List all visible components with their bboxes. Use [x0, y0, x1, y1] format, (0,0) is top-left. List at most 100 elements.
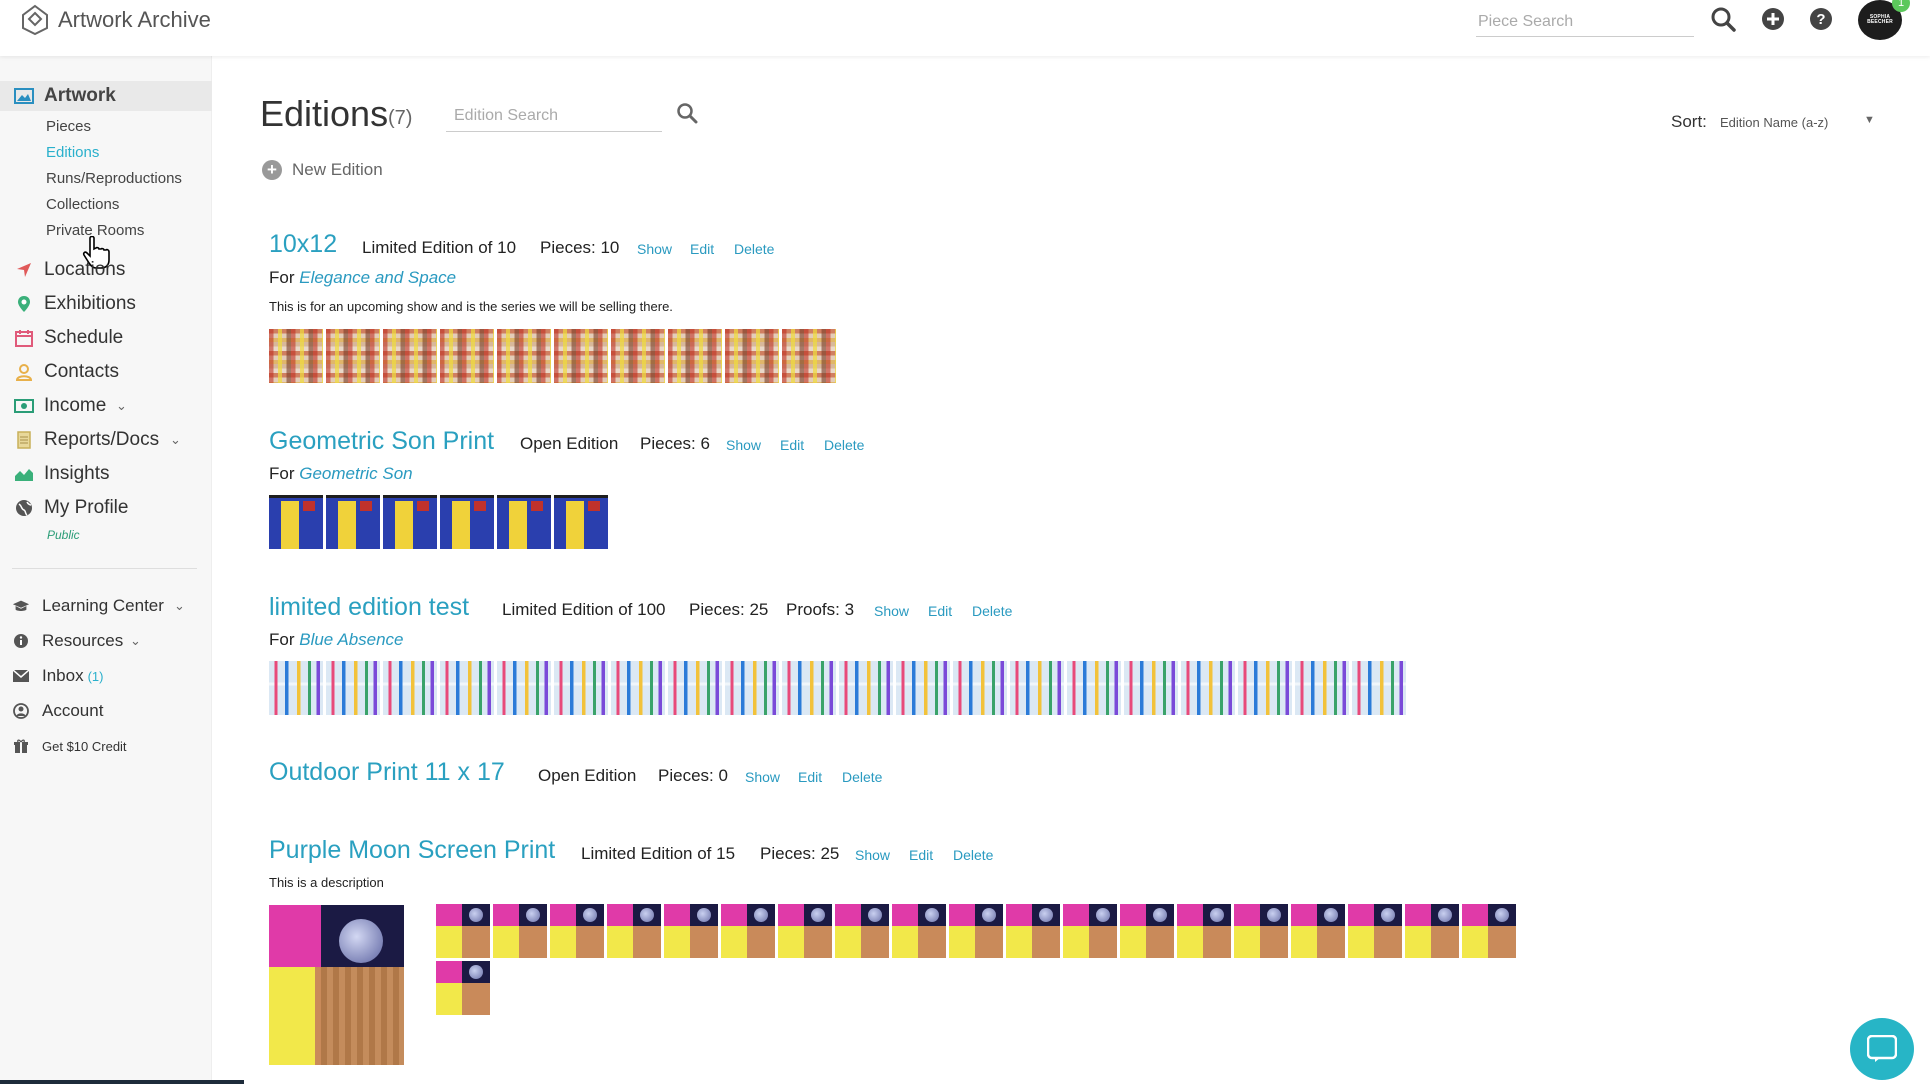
- sidebar-item-insights[interactable]: Insights: [0, 459, 212, 489]
- edition-piece-thumbnail[interactable]: [554, 495, 608, 549]
- edition-piece-thumbnail[interactable]: [497, 495, 551, 549]
- edition-piece-thumbnail[interactable]: [269, 661, 323, 715]
- edition-piece-thumbnail[interactable]: [1234, 904, 1288, 958]
- sidebar-item-contacts[interactable]: Contacts: [0, 357, 212, 387]
- edition-piece-thumbnail[interactable]: [896, 661, 950, 715]
- edition-piece-thumbnail[interactable]: [1063, 904, 1117, 958]
- edition-piece-thumbnail[interactable]: [436, 904, 490, 958]
- edition-piece-thumbnail[interactable]: [778, 904, 832, 958]
- edition-piece-thumbnail[interactable]: [611, 329, 665, 383]
- sidebar-subitem-editions[interactable]: Editions: [46, 144, 99, 164]
- edition-edit-link[interactable]: Edit: [909, 847, 933, 863]
- edition-show-link[interactable]: Show: [874, 603, 909, 619]
- edition-piece-thumbnail[interactable]: [383, 495, 437, 549]
- sidebar-item-get-credit[interactable]: Get $10 Credit: [0, 734, 212, 758]
- edition-edit-link[interactable]: Edit: [690, 241, 714, 257]
- add-circle-icon[interactable]: [1760, 6, 1786, 32]
- edition-piece-thumbnail[interactable]: [668, 329, 722, 383]
- edition-piece-thumbnail[interactable]: [383, 329, 437, 383]
- edition-delete-link[interactable]: Delete: [953, 847, 993, 863]
- edition-piece-thumbnail[interactable]: [725, 329, 779, 383]
- edition-show-link[interactable]: Show: [637, 241, 672, 257]
- sidebar-subitem-collections[interactable]: Collections: [46, 196, 119, 216]
- edition-show-link[interactable]: Show: [855, 847, 890, 863]
- edition-artwork-link[interactable]: Geometric Son: [299, 464, 412, 483]
- edition-piece-thumbnail[interactable]: [436, 961, 490, 1015]
- edition-piece-thumbnail[interactable]: [1067, 661, 1121, 715]
- edition-piece-thumbnail[interactable]: [497, 661, 551, 715]
- edition-title-link[interactable]: limited edition test: [269, 593, 469, 622]
- sidebar-subitem-runs-reproductions[interactable]: Runs/Reproductions: [46, 170, 182, 190]
- edition-piece-thumbnail[interactable]: [326, 661, 380, 715]
- edition-piece-thumbnail[interactable]: [493, 904, 547, 958]
- edition-piece-thumbnail[interactable]: [892, 904, 946, 958]
- edition-piece-thumbnail[interactable]: [440, 329, 494, 383]
- edition-search-input[interactable]: [446, 100, 662, 132]
- chat-support-button[interactable]: [1850, 1018, 1914, 1080]
- edition-piece-thumbnail[interactable]: [839, 661, 893, 715]
- new-edition-button[interactable]: + New Edition: [262, 158, 383, 182]
- edition-title-link[interactable]: Geometric Son Print: [269, 427, 494, 456]
- sidebar-item-inbox[interactable]: Inbox (1): [0, 664, 212, 688]
- edition-piece-thumbnail[interactable]: [383, 661, 437, 715]
- sidebar-item-account[interactable]: Account: [0, 699, 212, 723]
- sidebar-item-my-profile[interactable]: My Profile: [0, 493, 212, 523]
- edition-delete-link[interactable]: Delete: [842, 769, 882, 785]
- edition-piece-thumbnail[interactable]: [664, 904, 718, 958]
- edition-piece-thumbnail[interactable]: [668, 661, 722, 715]
- sort-select[interactable]: Edition Name (a-z): [1716, 111, 1878, 133]
- edition-piece-thumbnail[interactable]: [721, 904, 775, 958]
- sidebar-item-exhibitions[interactable]: Exhibitions: [0, 289, 212, 319]
- sidebar-item-learning-center[interactable]: Learning Center ⌄: [0, 594, 212, 618]
- edition-piece-thumbnail[interactable]: [497, 329, 551, 383]
- edition-piece-thumbnail[interactable]: [1405, 904, 1459, 958]
- edition-edit-link[interactable]: Edit: [780, 437, 804, 453]
- edition-show-link[interactable]: Show: [726, 437, 761, 453]
- edition-piece-thumbnail[interactable]: [949, 904, 1003, 958]
- edition-piece-thumbnail[interactable]: [554, 329, 608, 383]
- edition-piece-thumbnail[interactable]: [440, 495, 494, 549]
- edition-delete-link[interactable]: Delete: [824, 437, 864, 453]
- sidebar-item-resources[interactable]: Resources ⌄: [0, 629, 212, 653]
- edition-delete-link[interactable]: Delete: [734, 241, 774, 257]
- edition-show-link[interactable]: Show: [745, 769, 780, 785]
- piece-search-input[interactable]: [1476, 7, 1694, 37]
- edition-piece-thumbnail[interactable]: [607, 904, 661, 958]
- sidebar-item-artwork[interactable]: Artwork: [0, 81, 212, 111]
- edition-piece-thumbnail[interactable]: [1291, 904, 1345, 958]
- edition-piece-thumbnail[interactable]: [1238, 661, 1292, 715]
- edition-piece-thumbnail[interactable]: [953, 661, 1007, 715]
- help-icon[interactable]: ?: [1808, 6, 1834, 32]
- brand-logo-link[interactable]: Artwork Archive: [20, 4, 211, 36]
- sidebar-item-schedule[interactable]: Schedule: [0, 323, 212, 353]
- edition-piece-thumbnail[interactable]: [782, 329, 836, 383]
- edition-cover-image[interactable]: [269, 905, 404, 1065]
- edition-edit-link[interactable]: Edit: [798, 769, 822, 785]
- edition-piece-thumbnail[interactable]: [326, 329, 380, 383]
- edition-piece-thumbnail[interactable]: [1348, 904, 1402, 958]
- edition-title-link[interactable]: Outdoor Print 11 x 17: [269, 758, 505, 787]
- sidebar-subitem-pieces[interactable]: Pieces: [46, 118, 91, 138]
- edition-artwork-link[interactable]: Elegance and Space: [299, 268, 456, 287]
- caret-down-icon[interactable]: ▼: [1864, 114, 1875, 126]
- edition-piece-thumbnail[interactable]: [611, 661, 665, 715]
- edition-piece-thumbnail[interactable]: [725, 661, 779, 715]
- edition-piece-thumbnail[interactable]: [1181, 661, 1235, 715]
- sidebar-item-reports-docs[interactable]: Reports/Docs ⌄: [0, 425, 212, 455]
- edition-piece-thumbnail[interactable]: [269, 329, 323, 383]
- search-icon[interactable]: [1710, 6, 1736, 32]
- edition-piece-thumbnail[interactable]: [1352, 661, 1406, 715]
- edition-search-icon[interactable]: [676, 102, 698, 124]
- edition-piece-thumbnail[interactable]: [1120, 904, 1174, 958]
- sidebar-item-income[interactable]: Income ⌄: [0, 391, 212, 421]
- edition-piece-thumbnail[interactable]: [1006, 904, 1060, 958]
- edition-piece-thumbnail[interactable]: [1010, 661, 1064, 715]
- edition-delete-link[interactable]: Delete: [972, 603, 1012, 619]
- edition-piece-thumbnail[interactable]: [269, 495, 323, 549]
- edition-piece-thumbnail[interactable]: [1177, 904, 1231, 958]
- edition-title-link[interactable]: 10x12: [269, 230, 337, 259]
- edition-edit-link[interactable]: Edit: [928, 603, 952, 619]
- edition-artwork-link[interactable]: Blue Absence: [299, 630, 403, 649]
- edition-piece-thumbnail[interactable]: [326, 495, 380, 549]
- edition-piece-thumbnail[interactable]: [440, 661, 494, 715]
